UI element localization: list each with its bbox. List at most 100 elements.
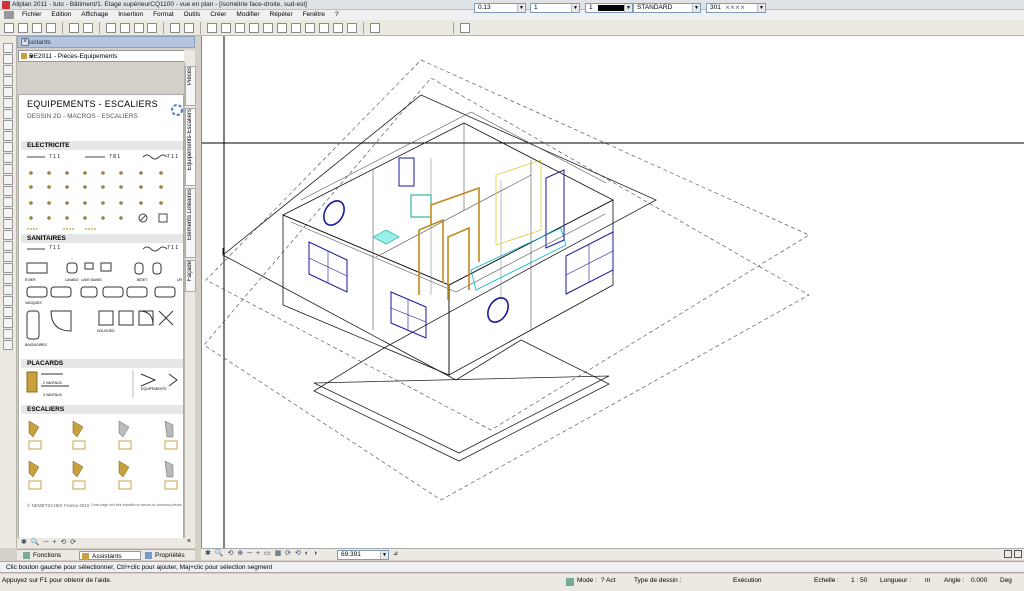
wall-icon[interactable] (207, 23, 218, 33)
column-icon[interactable] (290, 23, 301, 33)
roof-tool-icon[interactable] (3, 197, 13, 207)
panel-zoom-tools-icon[interactable]: ✱ 🔍 ─ + ⟲ ⟳ (21, 538, 77, 546)
scale-value: 1 : 50 (851, 577, 868, 584)
sanit-item-ur: UR (177, 278, 183, 282)
hatch-select[interactable]: 301 ⨯⨯⨯⨯ ▼ (706, 3, 766, 13)
copy-tool-icon[interactable] (3, 263, 13, 273)
color-swatch (598, 5, 624, 11)
format-painter-icon[interactable] (147, 23, 158, 33)
line-icon[interactable] (3, 43, 13, 53)
zoom-tool-icon[interactable] (369, 23, 380, 33)
copy-icon[interactable] (119, 23, 130, 33)
print-preview-icon[interactable] (68, 23, 79, 33)
menu-insertion[interactable]: Insertion (114, 10, 147, 20)
undo-icon[interactable] (170, 23, 181, 33)
stair-icon[interactable] (249, 23, 260, 33)
electrical-symbols[interactable] (23, 151, 183, 231)
slab-icon[interactable] (277, 23, 288, 33)
menu-affichage[interactable]: Affichage (77, 10, 112, 20)
sanit-item-evier: EVIER (25, 278, 36, 282)
print-icon[interactable] (82, 23, 93, 33)
pen-icon[interactable] (459, 23, 470, 33)
save-icon[interactable] (45, 23, 56, 33)
paint-icon[interactable] (3, 186, 13, 196)
placard-item-3-vantaux: 3 VANTAUX (43, 393, 62, 397)
window-restore-icon[interactable] (1004, 550, 1012, 558)
window-opening-icon[interactable] (3, 175, 13, 185)
tab-facade[interactable]: Façade (185, 260, 196, 292)
paste-icon[interactable] (133, 23, 144, 33)
beam-icon[interactable] (304, 23, 315, 33)
terrain-icon[interactable] (3, 241, 13, 251)
isometric-model-drawing[interactable] (202, 36, 1024, 548)
text-icon[interactable] (3, 54, 13, 64)
open-project-icon[interactable] (31, 23, 42, 33)
view-navigation-icons[interactable]: ✱ 🔍 ⟲ ⊕ ─ + ▭ ▦ ⟳ ⟲ ◐ ◑ (205, 549, 318, 557)
menu-modifier[interactable]: Modifier (232, 10, 263, 20)
close-icon[interactable]: × (187, 538, 191, 545)
stair-tool-icon[interactable] (3, 142, 13, 152)
chevron-down-icon: ▼ (517, 4, 525, 12)
tab-fonctions[interactable]: Fonctions (21, 551, 77, 560)
view-options-icon[interactable]: ⊿ (393, 550, 398, 557)
assistant-file-dropdown[interactable]: DE2011 - Pièces-Equipements ▼ (18, 50, 194, 62)
sanitary-symbols[interactable] (23, 243, 183, 353)
door-tool-icon[interactable] (3, 164, 13, 174)
measure-icon[interactable] (3, 296, 13, 306)
zoom-scale-select[interactable]: 69.391 ▼ (337, 550, 389, 560)
menu-format[interactable]: Format (149, 10, 178, 20)
new-file-icon[interactable] (4, 23, 14, 33)
filter-icon[interactable] (3, 340, 13, 350)
cut-icon[interactable] (105, 23, 116, 33)
menu-help[interactable]: ? (331, 10, 343, 20)
fill-icon[interactable] (3, 230, 13, 240)
chevron-down-icon: ▼ (29, 54, 34, 60)
tab-pieces[interactable]: Pièces (185, 66, 196, 106)
cube-icon[interactable] (3, 120, 13, 130)
tab-elements-lineaires[interactable]: Eléments Linéaires (185, 188, 196, 258)
open-file-icon[interactable] (17, 23, 28, 33)
mirror-icon[interactable] (3, 274, 13, 284)
menu-fichier[interactable]: Fichier (18, 10, 46, 20)
arc-icon[interactable] (3, 98, 13, 108)
move-icon[interactable] (3, 252, 13, 262)
room-icon[interactable] (318, 23, 329, 33)
menu-fenetre[interactable]: Fenêtre (299, 10, 329, 20)
mode-value: ? Act (601, 577, 616, 584)
sphere-icon[interactable] (346, 23, 357, 33)
window-tool-icon[interactable] (235, 23, 246, 33)
layer-icon[interactable] (332, 23, 343, 33)
tab-proprietes[interactable]: Propriétés (143, 551, 195, 560)
document-icon[interactable] (4, 11, 14, 19)
rotate-icon[interactable] (3, 285, 13, 295)
menu-creer[interactable]: Créer (206, 10, 230, 20)
polyline-icon[interactable] (3, 109, 13, 119)
menu-edition[interactable]: Edition (47, 10, 75, 20)
menu-repeter[interactable]: Répéter (266, 10, 297, 20)
pencil-icon[interactable] (3, 153, 13, 163)
column-tool-icon[interactable] (3, 219, 13, 229)
window-maximize-icon[interactable] (1014, 550, 1022, 558)
sum-icon[interactable] (3, 329, 13, 339)
line-type-select[interactable]: 1 ▼ (530, 3, 580, 13)
slab-tool-icon[interactable] (3, 208, 13, 218)
tab-assistants[interactable]: Assistants (79, 551, 141, 560)
hatch-icon[interactable] (3, 76, 13, 86)
close-icon[interactable]: × (21, 38, 29, 46)
menu-outils[interactable]: Outils (180, 10, 205, 20)
redo-icon[interactable] (184, 23, 195, 33)
pen-thickness-select[interactable]: 0.13 ▼ (474, 3, 526, 13)
drawing-viewport[interactable] (201, 36, 1024, 548)
tab-equipements-escaliers[interactable]: Equipements-Escaliers (185, 108, 196, 186)
wall-tool-icon[interactable] (3, 131, 13, 141)
drawing-type-label: Type de dessin : (634, 577, 682, 584)
pen-tool-icon[interactable] (3, 87, 13, 97)
select-icon[interactable] (3, 307, 13, 317)
layer-select[interactable]: STANDARD ▼ (633, 3, 701, 13)
stair-symbols[interactable] (23, 417, 183, 497)
list-icon[interactable] (3, 318, 13, 328)
door-icon[interactable] (221, 23, 232, 33)
roof-icon[interactable] (263, 23, 274, 33)
color-select[interactable]: 1 ▼ (585, 3, 633, 13)
dimension-icon[interactable] (3, 65, 13, 75)
